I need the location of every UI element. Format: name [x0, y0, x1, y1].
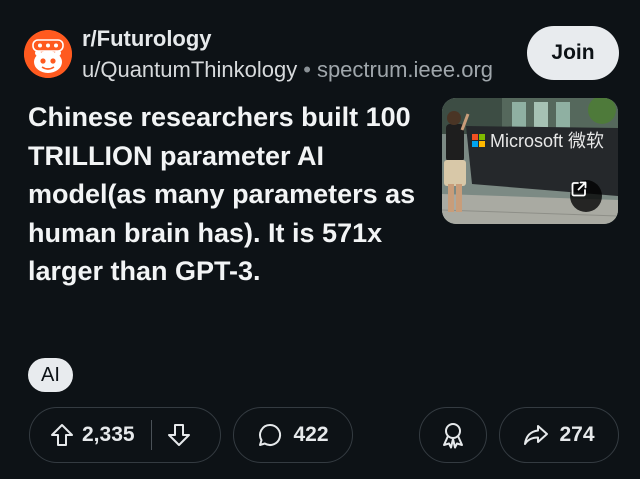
post-flair[interactable]: AI — [28, 358, 73, 392]
comments-button[interactable]: 422 — [233, 407, 353, 463]
author-name[interactable]: u/QuantumThinkology — [82, 57, 297, 82]
subreddit-avatar[interactable] — [24, 30, 72, 78]
external-link-icon[interactable] — [570, 180, 602, 212]
comment-bubble-icon — [257, 422, 283, 448]
award-icon — [440, 421, 466, 449]
subreddit-name[interactable]: r/Futurology — [82, 26, 212, 52]
post-card[interactable]: r/Futurology u/QuantumThinkology • spectru… — [0, 0, 640, 479]
share-arrow-icon — [523, 423, 549, 447]
link-thumbnail[interactable]: Microsoft 微软 — [442, 98, 618, 224]
post-title[interactable]: Chinese researchers built 100 TRILLION p… — [28, 98, 428, 291]
share-count: 274 — [559, 423, 595, 446]
meta-separator: • — [303, 57, 311, 82]
join-button[interactable]: Join — [527, 26, 619, 80]
upvote-arrow-icon[interactable] — [50, 422, 74, 448]
vote-score: 2,335 — [82, 423, 135, 446]
futurology-logo-icon — [24, 30, 72, 78]
thumbnail-sign-text: Microsoft 微软 — [490, 131, 604, 151]
link-domain[interactable]: spectrum.ieee.org — [317, 57, 493, 82]
vote-bar: 2,335 — [29, 407, 221, 463]
post-meta: u/QuantumThinkology • spectrum.ieee.org — [82, 57, 493, 83]
vote-divider — [150, 420, 153, 450]
share-button[interactable]: 274 — [499, 407, 619, 463]
award-button[interactable] — [419, 407, 487, 463]
downvote-arrow-icon[interactable] — [167, 422, 191, 448]
comment-count: 422 — [293, 423, 329, 446]
